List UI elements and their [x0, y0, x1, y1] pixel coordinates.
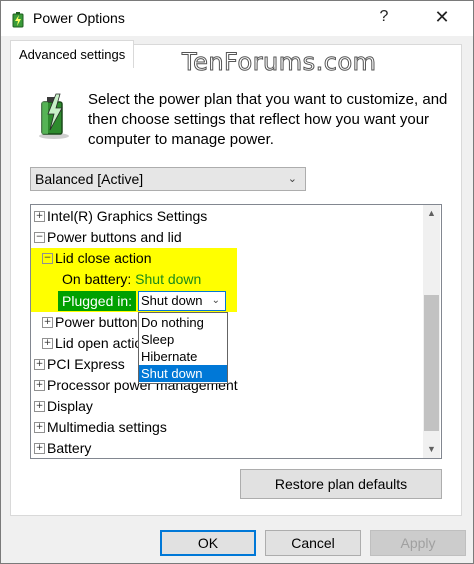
chevron-down-icon: ⌄ — [211, 295, 220, 306]
power-plan-value: Balanced [Active] — [35, 171, 144, 187]
tree-item-display[interactable]: + Display — [34, 396, 93, 417]
expand-plus-icon[interactable]: + — [42, 337, 53, 349]
tree-item-label: Display — [47, 398, 93, 414]
scroll-up-icon[interactable]: ▲ — [423, 205, 440, 222]
tree-item-power-button[interactable]: + Power button — [42, 312, 138, 333]
tree-item-power-buttons-and-lid[interactable]: − Power buttons and lid — [34, 227, 182, 248]
expand-plus-icon[interactable]: + — [34, 400, 45, 412]
collapse-minus-icon[interactable]: − — [34, 231, 45, 243]
dropdown-option-sleep[interactable]: Sleep — [139, 331, 227, 348]
restore-plan-defaults-button[interactable]: Restore plan defaults — [240, 469, 442, 499]
expand-plus-icon[interactable]: + — [34, 421, 45, 433]
expand-plus-icon[interactable]: + — [34, 379, 45, 391]
tree-item-on-battery[interactable]: On battery: Shut down — [62, 269, 201, 290]
expand-plus-icon[interactable]: + — [34, 210, 45, 222]
tree-item-lid-open-action[interactable]: + Lid open actio — [42, 333, 142, 354]
plugged-in-label: Plugged in: — [58, 291, 137, 311]
dropdown-option-hibernate[interactable]: Hibernate — [139, 348, 227, 365]
cancel-button[interactable]: Cancel — [265, 530, 361, 556]
plan-description: Select the power plan that you want to c… — [88, 91, 448, 148]
collapse-minus-icon[interactable]: − — [42, 252, 53, 264]
tab-advanced-settings[interactable]: Advanced settings — [10, 40, 134, 68]
tree-item-label: PCI Express — [47, 356, 125, 372]
title-bar: Power Options ? ✕ — [1, 1, 473, 36]
expand-plus-icon[interactable]: + — [34, 442, 45, 454]
apply-button[interactable]: Apply — [370, 530, 466, 556]
power-plan-select[interactable]: Balanced [Active] ⌄ — [30, 167, 306, 191]
tree-item-label: Lid open actio — [55, 335, 143, 351]
close-icon[interactable]: ✕ — [427, 3, 457, 31]
dropdown-option-shut-down[interactable]: Shut down — [139, 365, 227, 382]
expand-plus-icon[interactable]: + — [42, 316, 53, 328]
tree-item-label: Power button — [55, 314, 138, 330]
tree-item-multimedia-settings[interactable]: + Multimedia settings — [34, 417, 167, 438]
on-battery-label: On battery: — [62, 271, 132, 287]
plugged-in-value: Shut down — [141, 293, 203, 308]
help-icon[interactable]: ? — [369, 3, 399, 31]
plugged-in-dropdown-list: Do nothing Sleep Hibernate Shut down — [138, 312, 228, 384]
tree-item-pci-express[interactable]: + PCI Express — [34, 354, 125, 375]
chevron-down-icon: ⌄ — [287, 173, 297, 185]
scrollbar-thumb[interactable] — [424, 295, 439, 431]
plugged-in-select[interactable]: Shut down ⌄ — [138, 291, 226, 311]
tree-item-label: Intel(R) Graphics Settings — [47, 208, 208, 224]
power-options-app-icon — [12, 12, 24, 28]
battery-plan-icon — [39, 93, 69, 139]
watermark: TenForums.com — [182, 48, 377, 77]
ok-button[interactable]: OK — [160, 530, 256, 556]
tree-item-label: Lid close action — [55, 250, 152, 266]
window-title: Power Options — [33, 10, 125, 26]
on-battery-value[interactable]: Shut down — [135, 271, 201, 287]
tree-item-label: Multimedia settings — [47, 419, 167, 435]
tree-item-lid-close-action[interactable]: − Lid close action — [42, 248, 152, 269]
scroll-down-icon[interactable]: ▼ — [423, 441, 440, 458]
expand-plus-icon[interactable]: + — [34, 358, 45, 370]
tree-item-battery[interactable]: + Battery — [34, 438, 91, 459]
dropdown-option-do-nothing[interactable]: Do nothing — [139, 314, 227, 331]
tree-item-intel-graphics[interactable]: + Intel(R) Graphics Settings — [34, 206, 207, 227]
tree-scrollbar[interactable]: ▲ ▼ — [423, 205, 440, 458]
tree-item-label: Battery — [47, 440, 92, 456]
tree-item-label: Power buttons and lid — [47, 229, 182, 245]
